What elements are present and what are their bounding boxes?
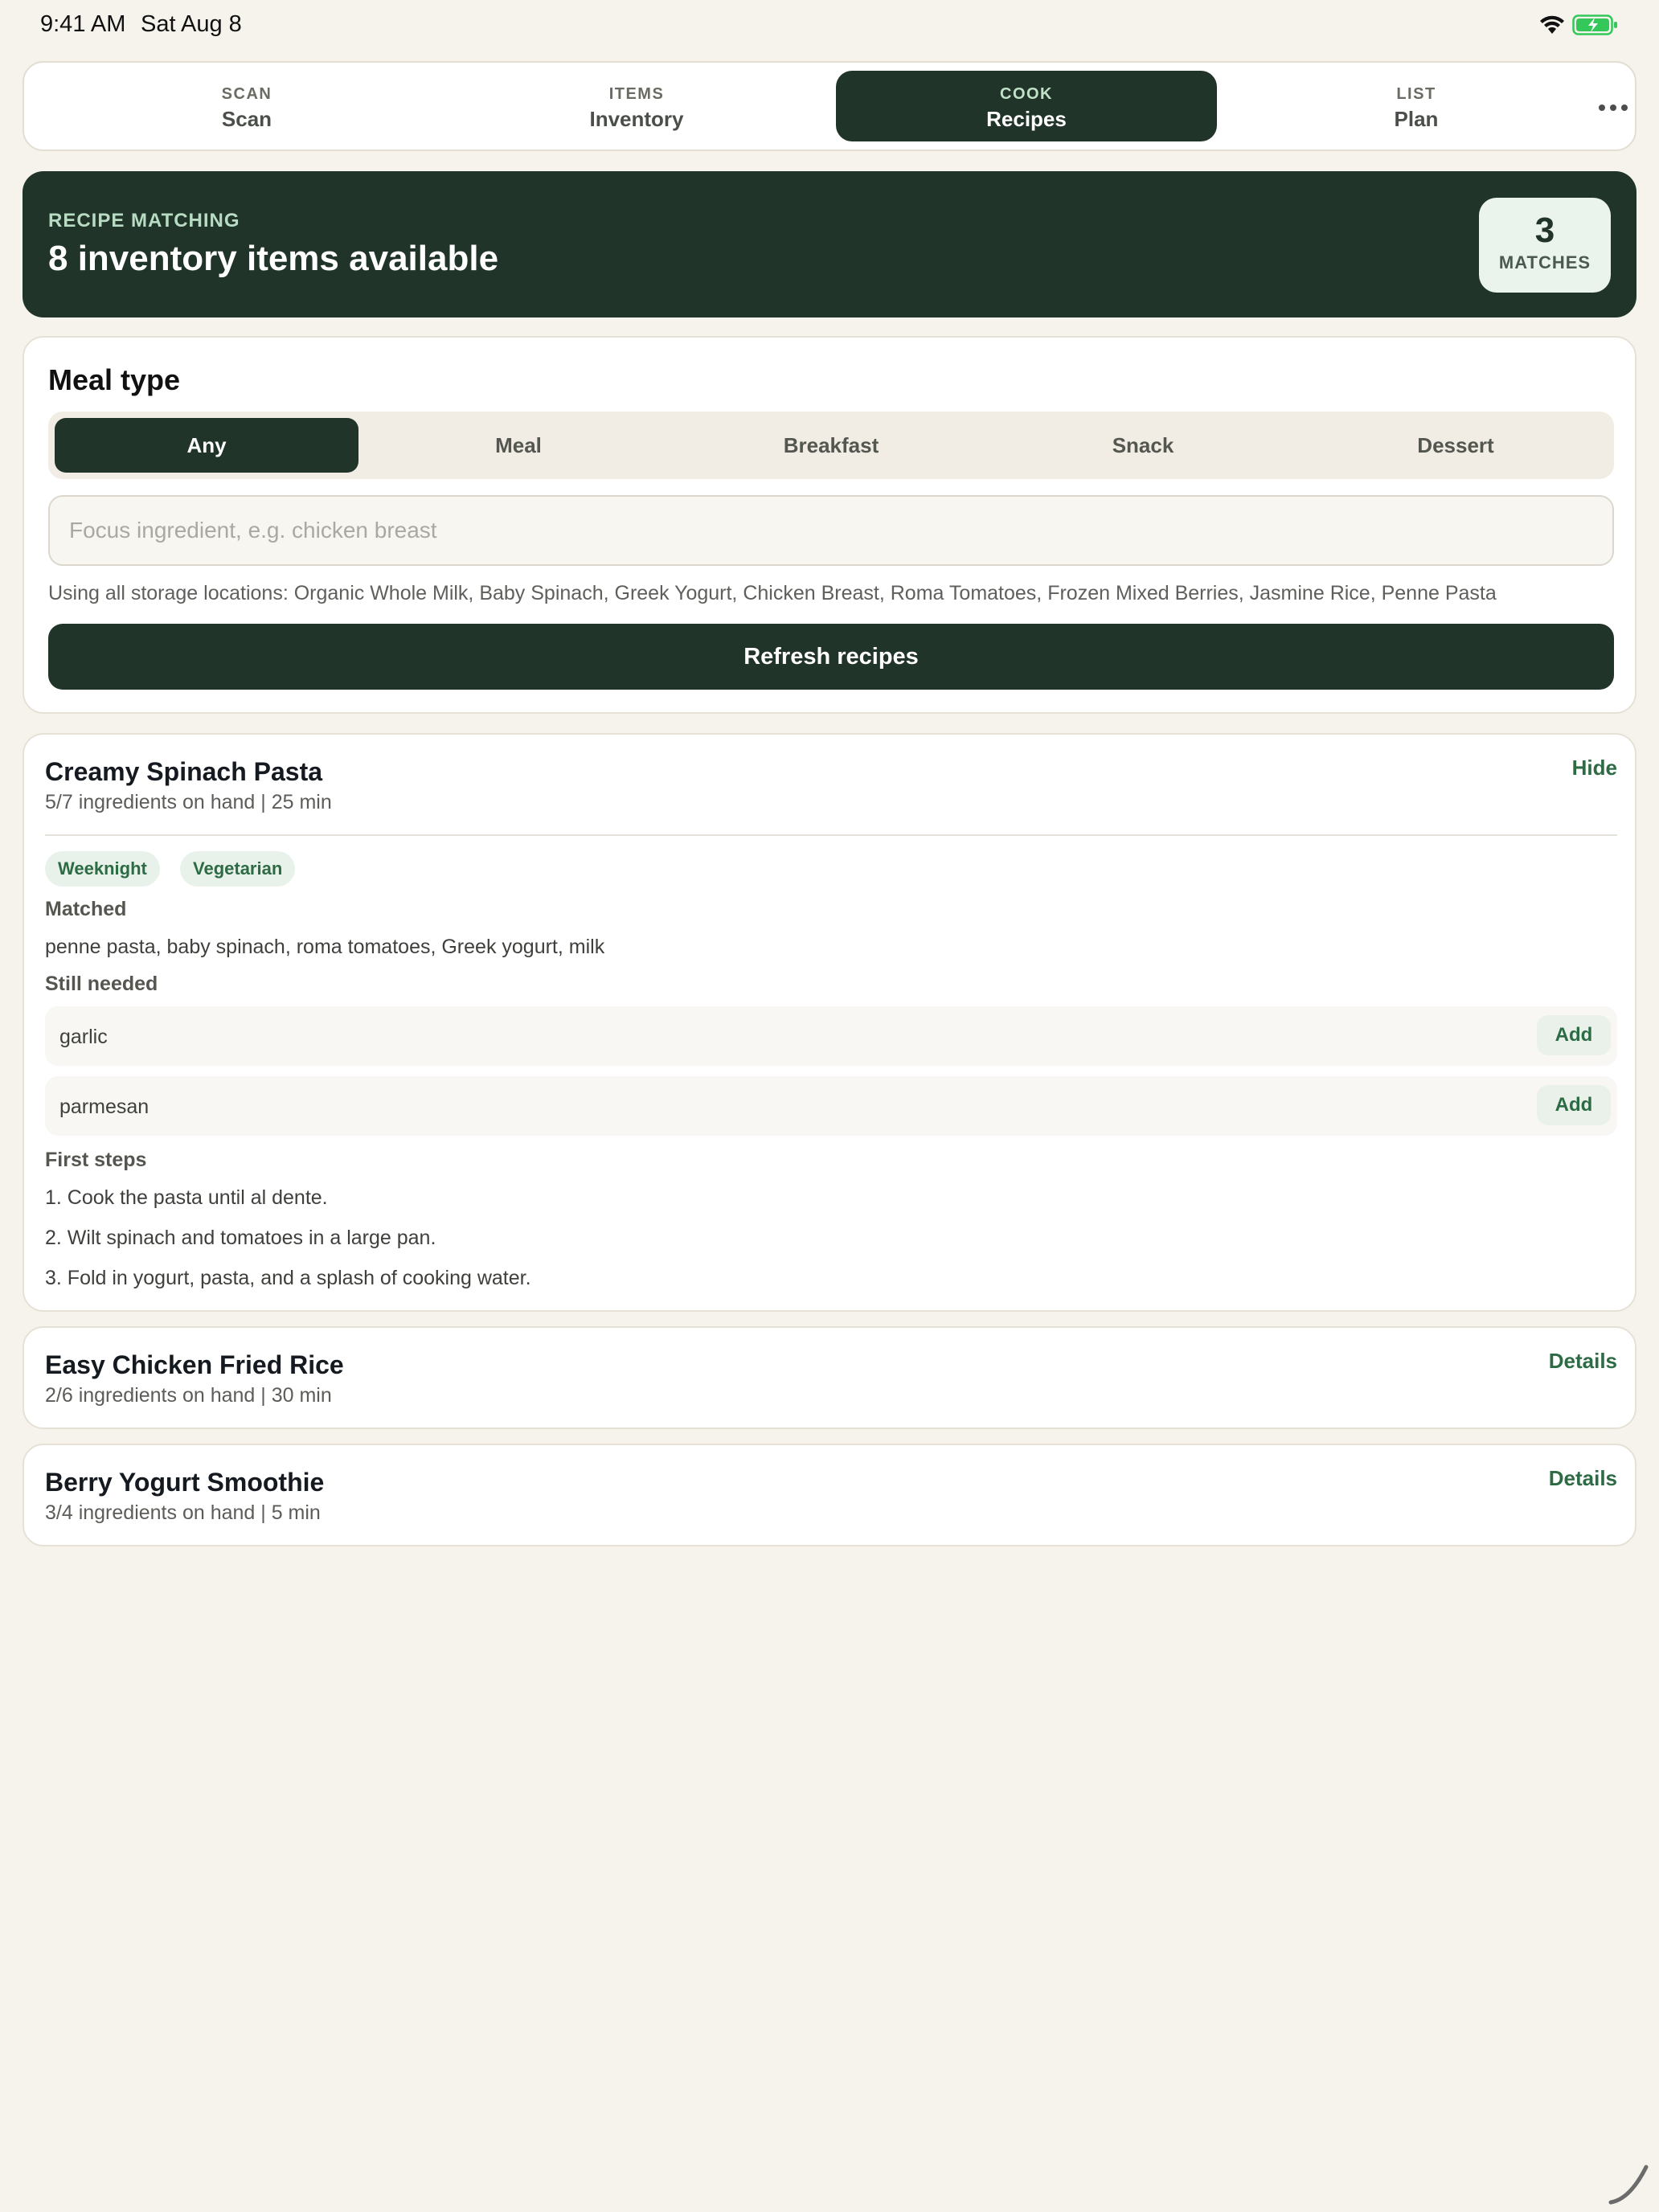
refresh-recipes-button[interactable]: Refresh recipes [48,624,1614,690]
divider [45,834,1617,836]
still-needed-label: Still needed [45,973,158,995]
storage-locations-text: Using all storage locations: Organic Who… [48,582,1497,604]
tab-label: Scan [221,107,272,131]
tag-chip: Weeknight [45,851,160,887]
meal-option-any[interactable]: Any [55,418,358,473]
tab-caption: ITEMS [608,85,665,103]
hide-button[interactable]: Hide [1572,756,1617,780]
tab-caption: SCAN [221,85,272,103]
add-to-list-button[interactable]: Add [1537,1085,1611,1125]
recipe-meta: 5/7 ingredients on hand | 25 min [45,791,332,813]
matches-count: 3 [1534,211,1555,250]
matches-badge: 3 MATCHES [1479,198,1611,293]
tab-label: Inventory [589,107,684,131]
recipe-title: Berry Yogurt Smoothie [45,1468,325,1497]
meal-type-segmented-control: Any Meal Breakfast Snack Dessert [48,412,1614,479]
recipe-matching-banner: RECIPE MATCHING 8 inventory items availa… [23,171,1636,317]
step-item: 1. Cook the pasta until al dente. [45,1186,328,1209]
recipe-card-easy-chicken-fried-rice: Easy Chicken Fried Rice 2/6 ingredients … [23,1326,1636,1429]
details-button[interactable]: Details [1549,1466,1617,1491]
meal-type-title: Meal type [48,363,181,396]
banner-kicker: RECIPE MATCHING [48,210,240,231]
needed-ingredient-name: parmesan [59,1096,150,1118]
top-tab-bar: SCAN Scan ITEMS Inventory COOK Recipes L… [23,61,1636,151]
status-bar: 9:41 AM Sat Aug 8 [0,0,1659,51]
needed-ingredient-row: garlic Add [45,1006,1617,1066]
add-to-list-button[interactable]: Add [1537,1015,1611,1055]
matched-ingredients: penne pasta, baby spinach, roma tomatoes… [45,936,605,958]
tab-caption: LIST [1396,85,1436,103]
tab-scan[interactable]: SCAN Scan [56,71,437,141]
tab-caption: COOK [1000,85,1053,103]
meal-option-meal[interactable]: Meal [367,418,670,473]
recipe-title: Creamy Spinach Pasta [45,757,323,786]
meal-type-card: Meal type Any Meal Breakfast Snack Desse… [23,336,1636,714]
tab-label: Plan [1394,107,1439,131]
step-item: 2. Wilt spinach and tomatoes in a large … [45,1227,436,1249]
tag-chip: Vegetarian [180,851,296,887]
wifi-icon [1538,14,1566,39]
status-date: Sat Aug 8 [141,11,242,37]
meal-option-dessert[interactable]: Dessert [1304,418,1608,473]
meal-option-snack[interactable]: Snack [991,418,1295,473]
banner-headline: 8 inventory items available [48,239,499,278]
first-steps-label: First steps [45,1149,147,1171]
recipe-card-creamy-spinach-pasta: Creamy Spinach Pasta 5/7 ingredients on … [23,733,1636,1312]
matched-label: Matched [45,898,127,920]
needed-ingredient-name: garlic [59,1026,108,1048]
tab-recipes[interactable]: COOK Recipes [836,71,1217,141]
status-time: 9:41 AM [40,11,126,37]
home-indicator-icon[interactable] [1606,2162,1651,2211]
battery-charging-icon [1572,14,1619,39]
matches-label: MATCHES [1498,252,1591,272]
recipe-title: Easy Chicken Fried Rice [45,1350,344,1379]
meal-option-breakfast[interactable]: Breakfast [679,418,983,473]
more-horizontal-icon[interactable] [1593,92,1633,124]
recipe-meta: 3/4 ingredients on hand | 5 min [45,1501,321,1524]
tab-inventory[interactable]: ITEMS Inventory [446,71,827,141]
tab-label: Recipes [986,107,1067,131]
details-button[interactable]: Details [1549,1349,1617,1374]
focus-ingredient-input[interactable] [48,495,1614,566]
recipe-card-berry-yogurt-smoothie: Berry Yogurt Smoothie 3/4 ingredients on… [23,1444,1636,1546]
needed-ingredient-row: parmesan Add [45,1076,1617,1136]
step-item: 3. Fold in yogurt, pasta, and a splash o… [45,1267,531,1289]
tab-plan[interactable]: LIST Plan [1226,71,1607,141]
recipe-meta: 2/6 ingredients on hand | 30 min [45,1384,332,1407]
